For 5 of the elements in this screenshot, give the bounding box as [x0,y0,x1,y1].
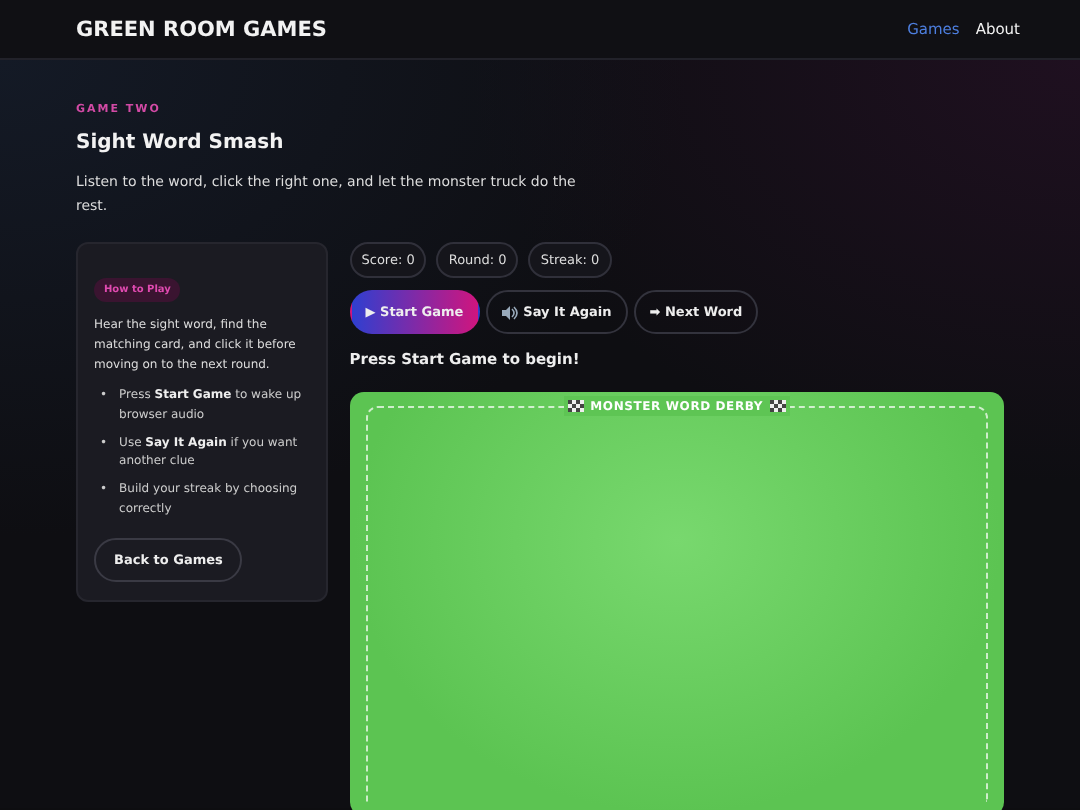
page-title: Sight Word Smash [76,132,286,154]
checkered-flag-icon [568,400,585,413]
site-logo[interactable]: GREEN ROOM GAMES [76,17,327,41]
checkered-flag-icon [769,400,786,413]
speaker-icon [501,305,518,320]
